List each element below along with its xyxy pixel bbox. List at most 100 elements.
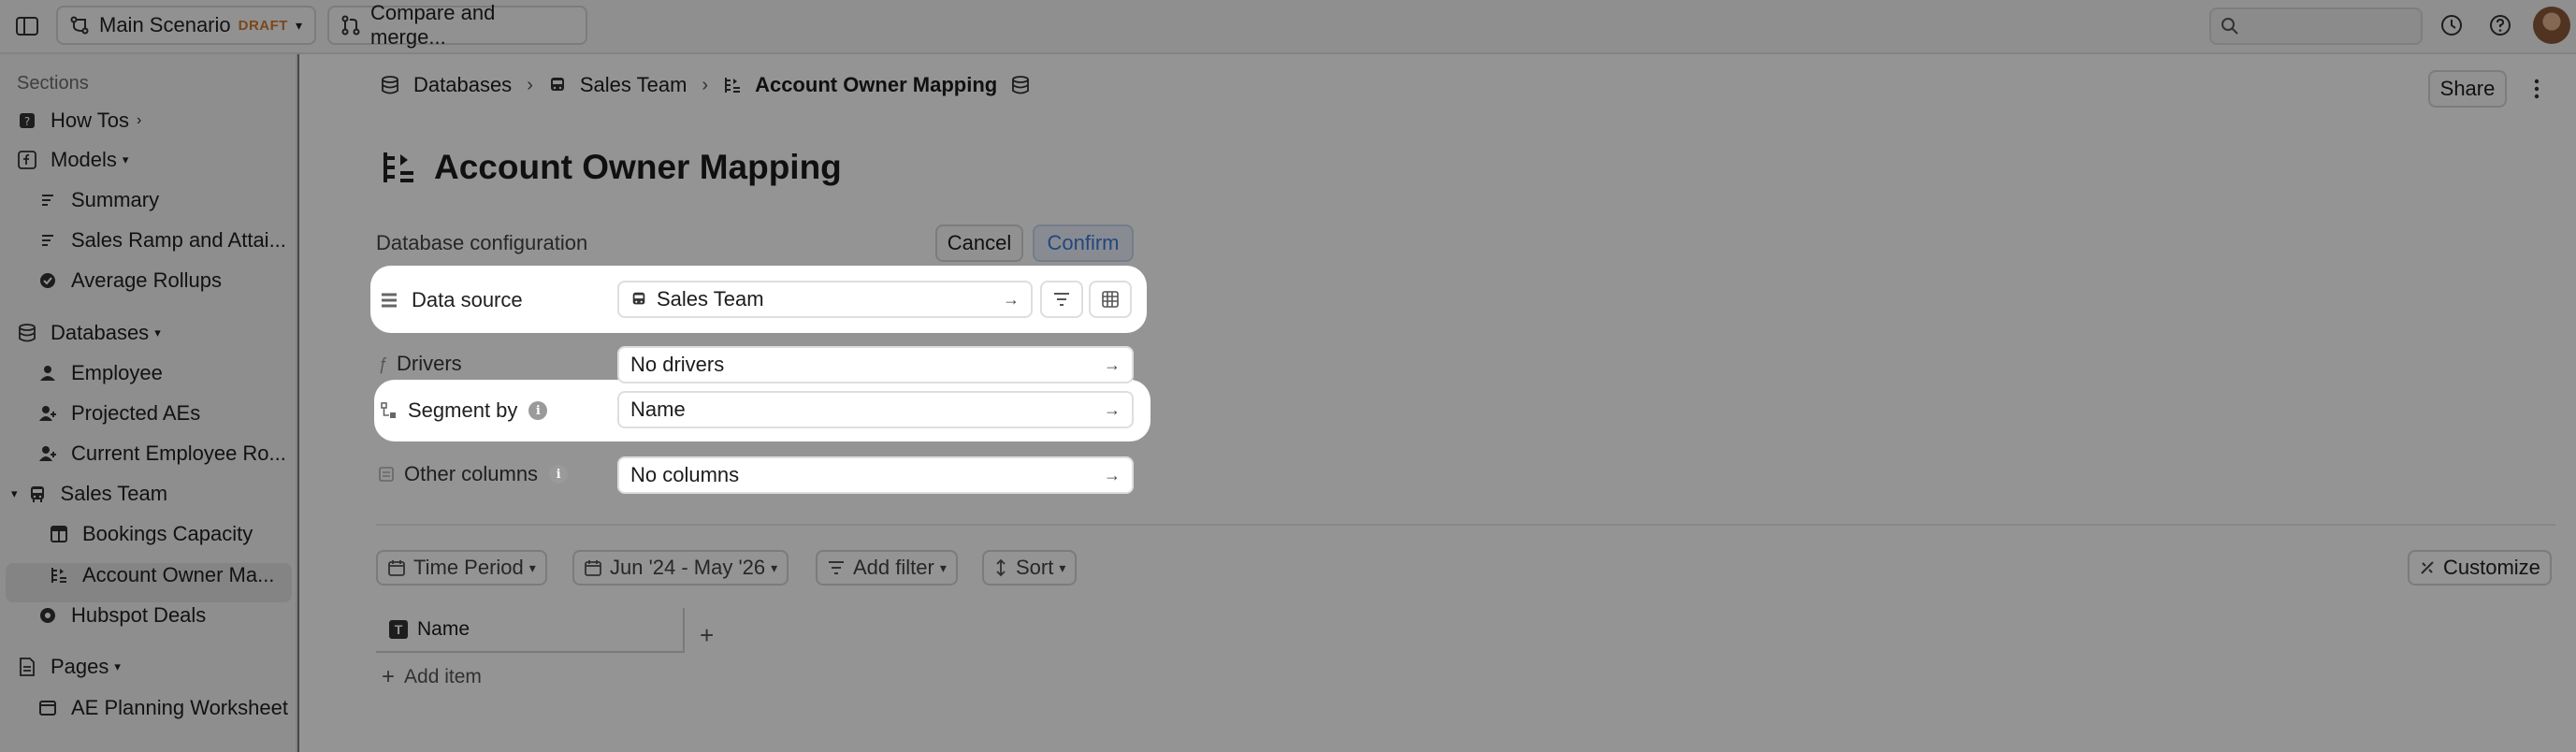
drivers-label: ƒ Drivers xyxy=(378,352,462,376)
help-icon[interactable] xyxy=(2488,13,2512,37)
lines-icon xyxy=(37,190,58,210)
add-filter-button[interactable]: Add filter ▾ xyxy=(816,550,958,586)
calendar-icon xyxy=(387,558,406,577)
function-icon: ƒ xyxy=(378,354,388,373)
window-icon xyxy=(37,698,58,718)
chevron-down-icon: ▾ xyxy=(11,486,18,500)
database-icon xyxy=(17,323,37,343)
info-icon[interactable]: i xyxy=(549,465,569,484)
cancel-button[interactable]: Cancel xyxy=(935,224,1023,262)
filter-source-button[interactable] xyxy=(1040,281,1083,318)
chevron-down-icon: ▾ xyxy=(295,17,302,33)
sidebar-item-summary[interactable]: Summary xyxy=(37,188,159,212)
scenario-name: Main Scenario xyxy=(99,13,231,36)
sort-icon xyxy=(993,558,1008,577)
divider xyxy=(376,524,2555,526)
function-icon xyxy=(17,150,37,170)
other-columns-label-text: Other columns xyxy=(404,462,539,485)
customize-button[interactable]: Customize xyxy=(2408,550,2552,586)
time-period-filter[interactable]: Time Period ▾ xyxy=(376,550,547,586)
sidebar-item-bookings-capacity[interactable]: Bookings Capacity xyxy=(49,522,253,546)
compare-merge-button[interactable]: Compare and merge... xyxy=(327,1,587,49)
segment-by-label-text: Segment by xyxy=(408,398,518,422)
database-icon xyxy=(380,75,400,95)
breadcrumb-label: Account Owner Mapping xyxy=(755,73,998,96)
data-source-field[interactable]: Sales Team → xyxy=(617,281,1033,318)
breadcrumb-label: Sales Team xyxy=(579,73,687,96)
sidebar-item-how-tos[interactable]: ? How Tos › xyxy=(17,108,141,133)
bus-icon xyxy=(630,291,647,308)
filter-icon xyxy=(827,559,846,576)
sidebar-item-employee[interactable]: Employee xyxy=(37,361,163,385)
time-period-label: Time Period xyxy=(413,556,524,579)
drivers-label-text: Drivers xyxy=(397,352,462,375)
scenario-selector[interactable]: Main Scenario DRAFT ▾ xyxy=(56,6,316,45)
sidebar-item-label: Databases xyxy=(51,321,150,344)
customize-label: Customize xyxy=(2443,556,2540,579)
book-icon: ? xyxy=(17,110,37,131)
sidebar-item-average-rollups[interactable]: Average Rollups xyxy=(37,268,222,293)
customize-icon xyxy=(2419,559,2436,576)
sidebar-item-models[interactable]: Models ▾ xyxy=(17,148,128,172)
merge-icon xyxy=(340,15,361,36)
breadcrumb-databases[interactable]: Databases xyxy=(380,73,512,97)
other-columns-field[interactable]: No columns → xyxy=(617,456,1134,494)
column-icon xyxy=(378,466,395,483)
confirm-button[interactable]: Confirm xyxy=(1033,224,1134,262)
segment-icon xyxy=(380,401,398,420)
branch-icon xyxy=(69,15,90,36)
sidebar-item-label: Pages xyxy=(51,655,109,678)
segment-by-label: Segment by i xyxy=(380,398,548,423)
person-plus-icon xyxy=(37,403,58,424)
data-source-value: Sales Team xyxy=(657,287,764,311)
chevron-down-icon: ▾ xyxy=(1059,559,1066,575)
sidebar-item-account-owner-mapping[interactable]: Account Owner Ma... xyxy=(49,563,274,587)
stack-icon xyxy=(380,291,398,310)
person-plus-icon xyxy=(37,443,58,464)
breadcrumb-sales-team[interactable]: Sales Team xyxy=(548,73,687,97)
info-icon[interactable]: i xyxy=(528,401,548,420)
arrow-right-icon: → xyxy=(1003,289,1020,309)
column-header-name[interactable]: T Name xyxy=(376,608,685,653)
data-source-label: Data source xyxy=(380,288,523,312)
breadcrumb: Databases › Sales Team › Account Owner M… xyxy=(380,73,1044,97)
add-item-button[interactable]: + Add item xyxy=(382,664,482,690)
add-column-icon[interactable]: + xyxy=(700,621,714,650)
person-icon xyxy=(37,363,58,383)
other-columns-value: No columns xyxy=(630,463,740,486)
chevron-right-icon: › xyxy=(136,112,142,128)
drivers-field[interactable]: No drivers → xyxy=(617,346,1134,383)
sidebar-item-sales-ramp[interactable]: Sales Ramp and Attai... xyxy=(37,228,286,253)
page-icon xyxy=(17,657,37,677)
grid-icon xyxy=(1101,290,1120,309)
sidebar-item-current-employee[interactable]: Current Employee Ro... xyxy=(37,441,286,466)
more-vertical-icon[interactable] xyxy=(2527,77,2546,101)
data-source-label-text: Data source xyxy=(412,288,523,311)
sidebar-toggle-icon[interactable] xyxy=(15,15,39,37)
database-icon xyxy=(1010,75,1031,95)
sidebar-item-pages[interactable]: Pages ▾ xyxy=(17,655,121,679)
chevron-right-icon: › xyxy=(527,74,533,95)
arrow-right-icon: → xyxy=(1104,465,1121,484)
avatar[interactable] xyxy=(2533,7,2570,44)
sidebar-item-ae-planning[interactable]: AE Planning Worksheet xyxy=(37,696,288,720)
hierarchy-icon xyxy=(49,565,69,586)
search-input[interactable] xyxy=(2209,7,2423,45)
sidebar: Sections ? How Tos › Models ▾ Summary Sa… xyxy=(0,54,297,752)
history-icon[interactable] xyxy=(2439,13,2464,37)
date-range-filter[interactable]: Jun '24 - May '26 ▾ xyxy=(572,550,789,586)
sidebar-item-sales-team[interactable]: ▾ Sales Team xyxy=(11,482,167,506)
segment-by-field[interactable]: Name → xyxy=(617,391,1134,428)
sidebar-item-projected-aes[interactable]: Projected AEs xyxy=(37,401,200,426)
arrow-right-icon: → xyxy=(1104,354,1121,374)
plus-icon: + xyxy=(382,664,396,689)
table-view-button[interactable] xyxy=(1089,281,1132,318)
add-filter-label: Add filter xyxy=(853,556,934,579)
sidebar-item-label: Sales Ramp and Attai... xyxy=(71,228,286,252)
share-button[interactable]: Share xyxy=(2428,70,2507,108)
sort-button[interactable]: Sort ▾ xyxy=(982,550,1078,586)
sidebar-item-label: Hubspot Deals xyxy=(71,603,207,627)
draft-badge: DRAFT xyxy=(238,17,288,34)
sidebar-item-databases[interactable]: Databases ▾ xyxy=(17,321,161,345)
sidebar-item-hubspot-deals[interactable]: Hubspot Deals xyxy=(37,603,206,628)
